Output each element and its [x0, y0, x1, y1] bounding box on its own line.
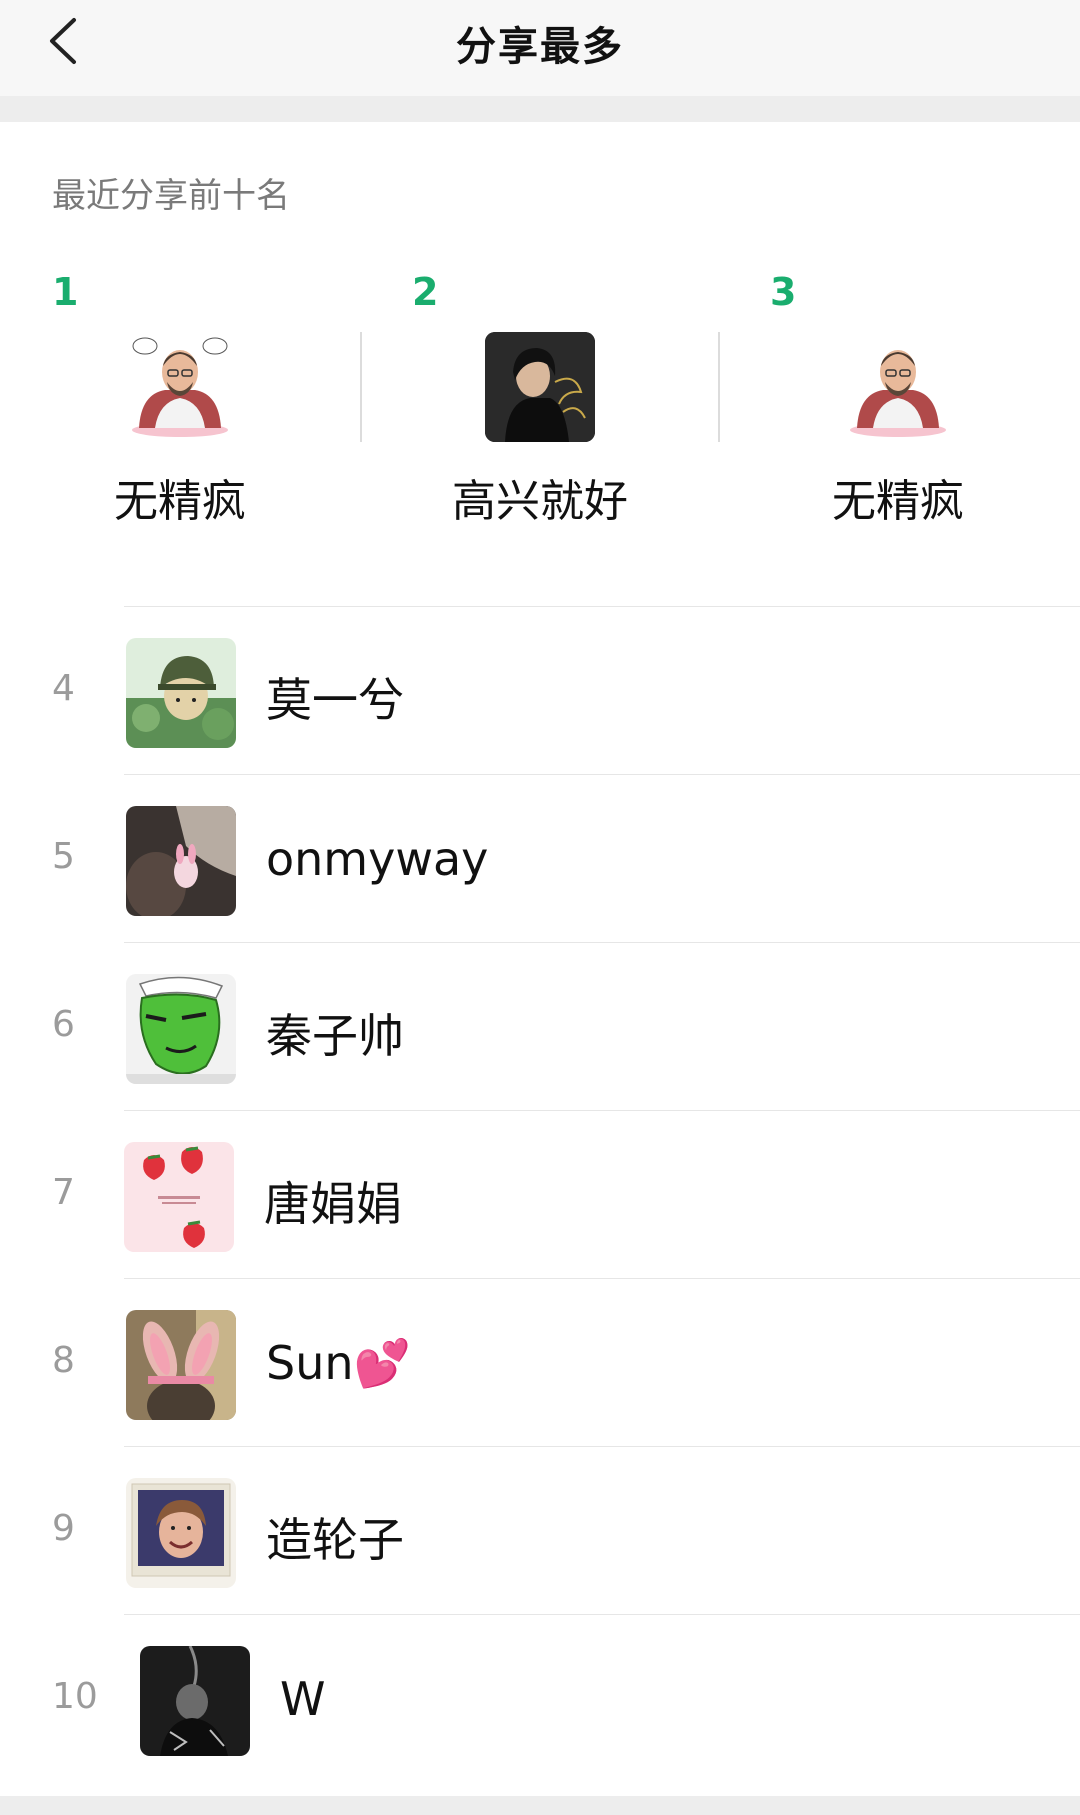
avatar	[126, 974, 236, 1084]
dark-photo-avatar-icon	[140, 1646, 250, 1756]
user-name: W	[280, 1672, 326, 1726]
list-item[interactable]: 6 秦子帅	[0, 942, 1080, 1110]
section-gap	[0, 96, 1080, 122]
row-divider	[124, 1110, 1080, 1111]
green-alien-avatar-icon	[126, 974, 236, 1084]
row-divider	[124, 1446, 1080, 1447]
avatar	[126, 1478, 236, 1588]
top-item-2[interactable]: 2 高兴就好	[360, 260, 720, 530]
list-item[interactable]: 9 造轮子	[0, 1446, 1080, 1614]
bunny-ears-avatar-icon	[126, 1310, 236, 1420]
child-photo-avatar-icon	[126, 1478, 236, 1588]
list-item[interactable]: 7 唐娟娟	[0, 1110, 1080, 1278]
user-name: 无精疯	[114, 476, 246, 527]
rank-number: 9	[52, 1508, 75, 1549]
bottom-gap	[0, 1796, 1080, 1815]
list-item[interactable]: 4 莫一兮	[0, 606, 1080, 774]
rank-number: 7	[52, 1172, 75, 1213]
list-item[interactable]: 10 W	[0, 1614, 1080, 1782]
list-item[interactable]: 5 onmyway	[0, 774, 1080, 942]
user-name: 高兴就好	[452, 476, 628, 527]
user-name: 唐娟娟	[264, 1177, 402, 1231]
user-name: onmyway	[266, 832, 489, 886]
row-divider	[124, 942, 1080, 943]
user-name: 无精疯	[832, 476, 964, 527]
rank-number: 2	[412, 270, 439, 314]
row-divider	[124, 774, 1080, 775]
row-divider	[124, 606, 1080, 607]
section-title: 最近分享前十名	[52, 176, 290, 216]
navigation-bar: 分享最多	[0, 0, 1080, 96]
rank-number: 8	[52, 1340, 75, 1381]
cartoon-man-avatar-icon	[843, 332, 953, 442]
top-three: 1 无精疯 2 高兴就好 3 无精疯	[0, 260, 1080, 530]
user-name: 秦子帅	[266, 1009, 404, 1063]
list-item[interactable]: 8 Sun💕	[0, 1278, 1080, 1446]
user-name: 莫一兮	[266, 673, 404, 727]
rank-number: 5	[52, 836, 75, 877]
car-interior-avatar-icon	[126, 806, 236, 916]
avatar	[124, 1142, 234, 1252]
rank-number: 1	[52, 270, 79, 314]
avatar	[126, 638, 236, 748]
avatar	[485, 332, 595, 442]
rank-number: 6	[52, 1004, 75, 1045]
rank-number: 4	[52, 668, 75, 709]
rank-number: 3	[770, 270, 797, 314]
row-divider	[124, 1278, 1080, 1279]
rank-number: 10	[52, 1676, 98, 1717]
user-name: Sun💕	[266, 1336, 411, 1390]
share-ranking-page: 分享最多 最近分享前十名 1 无精疯 2 高兴就好 3 无精疯 4 莫一兮 5 …	[0, 0, 1080, 1815]
cartoon-man-avatar-icon	[125, 332, 235, 442]
avatar	[843, 332, 953, 442]
avatar	[125, 332, 235, 442]
avatar	[140, 1646, 250, 1756]
soldier-avatar-icon	[126, 638, 236, 748]
page-title: 分享最多	[456, 24, 624, 70]
avatar	[126, 806, 236, 916]
photo-portrait-avatar-icon	[485, 332, 595, 442]
row-divider	[124, 1614, 1080, 1615]
avatar	[126, 1310, 236, 1420]
strawberry-avatar-icon	[124, 1142, 234, 1252]
user-name: 造轮子	[266, 1513, 404, 1567]
top-item-3[interactable]: 3 无精疯	[718, 260, 1078, 530]
top-item-1[interactable]: 1 无精疯	[0, 260, 360, 530]
